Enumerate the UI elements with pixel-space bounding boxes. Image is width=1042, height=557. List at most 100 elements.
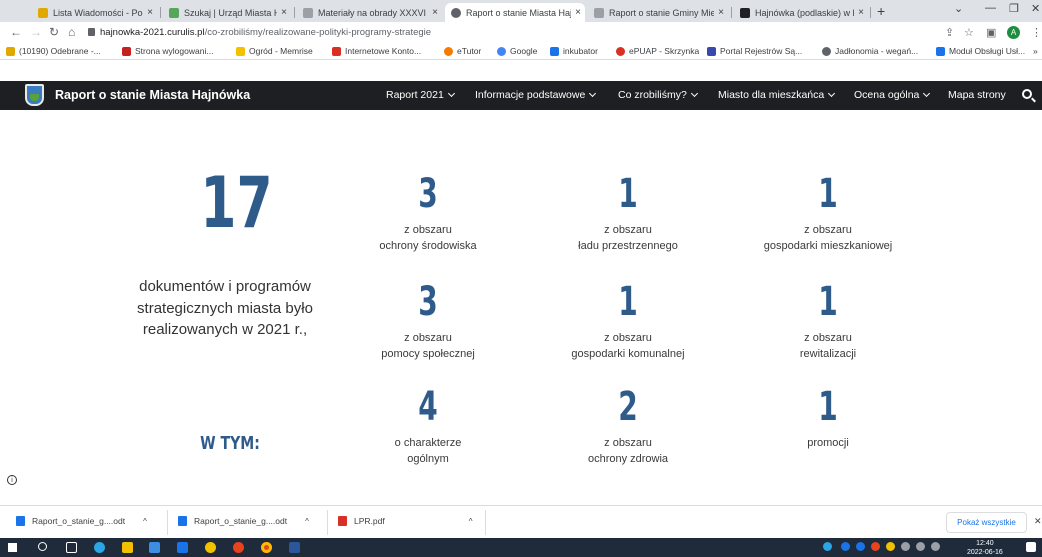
- system-clock[interactable]: 12:40 2022-06-16: [967, 539, 1003, 557]
- back-arrow-icon[interactable]: ←: [10, 25, 22, 39]
- menu-raport-2021[interactable]: Raport 2021: [386, 89, 455, 101]
- chevron-down-icon: [447, 89, 455, 98]
- browser-tab-gmina[interactable]: Raport o stanie Gminy Mie ×: [588, 3, 728, 22]
- edge-browser-icon[interactable]: [94, 542, 105, 553]
- share-icon[interactable]: ⇪: [945, 26, 954, 39]
- area-label-line: rewitalizacji: [799, 348, 857, 360]
- bookmark-item[interactable]: Ogród - Memrise: [236, 46, 313, 56]
- show-all-downloads-button[interactable]: Pokaż wszystkie: [946, 512, 1027, 533]
- firefox-icon[interactable]: [233, 542, 244, 553]
- search-icon[interactable]: [1022, 89, 1032, 99]
- chevron-up-icon[interactable]: ^: [305, 517, 309, 526]
- menu-dots-icon[interactable]: ⋮: [1031, 26, 1042, 39]
- bookmark-item[interactable]: inkubator: [550, 46, 598, 56]
- browser-tab-active[interactable]: Raport o stanie Miasta Haj ×: [445, 3, 585, 22]
- chevron-up-icon[interactable]: ^: [469, 517, 473, 526]
- menu-co-zrobilismy[interactable]: Co zrobiliśmy?: [618, 89, 698, 101]
- home-icon[interactable]: ⌂: [68, 25, 75, 39]
- word-icon[interactable]: [289, 542, 300, 553]
- close-icon[interactable]: ×: [571, 7, 585, 18]
- mail-app-icon[interactable]: [177, 542, 188, 553]
- wifi-icon[interactable]: [916, 542, 925, 551]
- close-icon[interactable]: ×: [277, 7, 291, 18]
- memrise-icon: [236, 46, 245, 56]
- menu-label: Co zrobiliśmy?: [618, 89, 687, 101]
- side-panel-icon[interactable]: ▣: [986, 26, 996, 39]
- notifications-icon[interactable]: [1026, 542, 1036, 552]
- chevron-up-icon[interactable]: ^: [143, 517, 147, 526]
- download-separator: [485, 510, 486, 535]
- area-label-line: z obszaru: [404, 332, 452, 344]
- area-card: 1 z obszaru gospodarki komunalnej: [528, 280, 728, 362]
- url-path: /co-zrobiliśmy/realizowane-polityki-prog…: [204, 27, 432, 38]
- globe-icon: [451, 7, 461, 18]
- info-icon[interactable]: i: [7, 475, 17, 485]
- browser-tab-mail[interactable]: Lista Wiadomości - Poczta ×: [32, 3, 157, 22]
- battery-icon[interactable]: [901, 542, 910, 551]
- menu-miasto-dla-mieszkanca[interactable]: Miasto dla mieszkańca: [718, 89, 836, 101]
- close-window-icon[interactable]: ✕: [1031, 2, 1040, 15]
- onedrive-icon[interactable]: [823, 542, 832, 551]
- bookmark-item[interactable]: Moduł Obsługi Usł...: [936, 46, 1025, 56]
- bookmark-item[interactable]: ePUAP - Skrzynka: [616, 46, 699, 56]
- city-crest-logo[interactable]: [25, 84, 44, 106]
- tray-app-icon[interactable]: [886, 542, 895, 551]
- reload-icon[interactable]: ↻: [49, 25, 59, 39]
- tray-app-icon[interactable]: [871, 542, 880, 551]
- download-filename: LPR.pdf: [354, 516, 385, 526]
- browser-tab-search[interactable]: Szukaj | Urząd Miasta Hajnó ×: [163, 3, 291, 22]
- total-description: dokumentów i programów strategicznych mi…: [137, 278, 313, 338]
- chrome-icon[interactable]: [261, 542, 272, 553]
- chevron-down-icon: [923, 89, 931, 98]
- download-filename: Raport_o_stanie_g....odt: [32, 516, 126, 526]
- volume-icon[interactable]: [931, 542, 940, 551]
- bookmark-item[interactable]: Google: [497, 46, 537, 56]
- menu-ocena-ogolna[interactable]: Ocena ogólna: [854, 89, 931, 101]
- tab-search-chevron-icon[interactable]: ⌄: [954, 2, 963, 15]
- area-card: 1 z obszaru rewitalizacji: [728, 280, 928, 362]
- browser-tab-materials[interactable]: Materiały na obrady XXXVI ×: [297, 3, 442, 22]
- bookmark-item[interactable]: eTutor: [444, 46, 481, 56]
- tab-title: Szukaj | Urząd Miasta Hajnó: [184, 7, 277, 18]
- store-icon[interactable]: [149, 542, 160, 553]
- close-icon[interactable]: ×: [143, 7, 157, 18]
- menu-informacje-podstawowe[interactable]: Informacje podstawowe: [475, 89, 597, 101]
- close-icon[interactable]: ×: [714, 7, 728, 18]
- bookmark-item[interactable]: Jadłonomia - wegań...: [822, 46, 918, 56]
- more-bookmarks-icon[interactable]: »: [1033, 46, 1038, 56]
- url-field[interactable]: hajnowka-2021.curulis.pl/co-zrobiliśmy/r…: [100, 27, 431, 38]
- browser-tab-stats[interactable]: Hajnówka (podlaskie) w licz ×: [734, 3, 868, 22]
- bookmark-item[interactable]: (10190) Odebrane -...: [6, 46, 101, 56]
- download-item[interactable]: Raport_o_stanie_g....odt ^: [178, 516, 309, 526]
- area-count: 1: [818, 384, 838, 430]
- profile-avatar[interactable]: A: [1007, 26, 1020, 39]
- tray-app-icon[interactable]: [856, 542, 865, 551]
- bookmark-item[interactable]: Portal Rejestrów Są...: [707, 46, 802, 56]
- area-count: 1: [818, 279, 838, 325]
- close-icon[interactable]: ×: [428, 7, 442, 18]
- site-navbar: Raport o stanie Miasta Hajnówka Raport 2…: [0, 81, 1042, 110]
- windows-start-icon[interactable]: [8, 543, 17, 552]
- restore-icon[interactable]: ❐: [1009, 2, 1019, 15]
- mail-client-icon[interactable]: [205, 542, 216, 553]
- tray-app-icon[interactable]: [841, 542, 850, 551]
- forward-arrow-icon[interactable]: →: [30, 25, 42, 39]
- bank-icon: [122, 46, 131, 56]
- search-icon[interactable]: [38, 542, 47, 551]
- site-title[interactable]: Raport o stanie Miasta Hajnówka: [55, 88, 250, 102]
- bookmark-item[interactable]: Strona wylogowani...: [122, 46, 213, 56]
- menu-mapa-strony[interactable]: Mapa strony: [948, 89, 1006, 101]
- task-view-icon[interactable]: [66, 542, 77, 553]
- tab-separator: [731, 7, 732, 18]
- bookmark-item[interactable]: Internetowe Konto...: [332, 46, 421, 56]
- download-item[interactable]: Raport_o_stanie_g....odt ^: [16, 516, 147, 526]
- close-downloads-icon[interactable]: ✕: [1034, 516, 1042, 527]
- globe-icon: [822, 46, 831, 56]
- file-explorer-icon[interactable]: [122, 542, 133, 553]
- minimize-icon[interactable]: —: [985, 2, 996, 14]
- bookmark-star-icon[interactable]: ☆: [964, 26, 974, 39]
- close-icon[interactable]: ×: [854, 7, 868, 18]
- browser-tab-bar: Lista Wiadomości - Poczta × Szukaj | Urz…: [0, 0, 1042, 22]
- download-item[interactable]: LPR.pdf ^: [338, 516, 472, 526]
- new-tab-plus-icon[interactable]: +: [877, 3, 885, 19]
